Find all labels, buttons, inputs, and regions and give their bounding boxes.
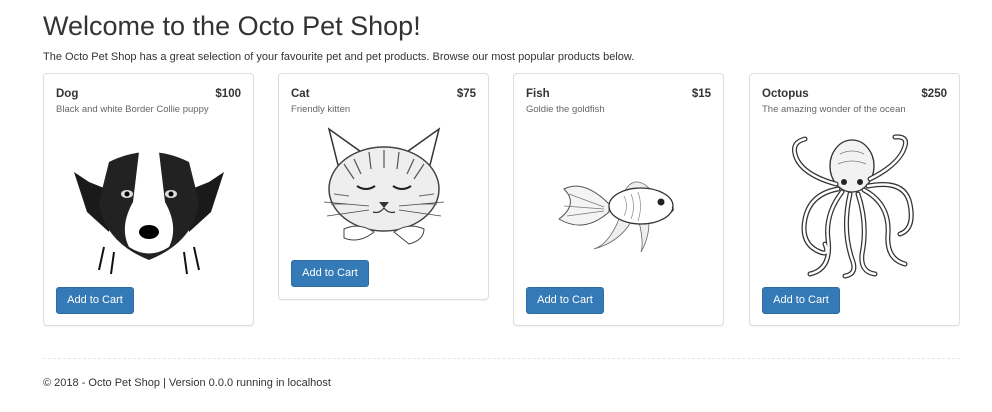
octopus-illustration — [750, 134, 959, 279]
product-price: $75 — [456, 88, 476, 100]
product-card-fish: Fish $15 Goldie the goldfish Add to Cart — [513, 73, 724, 326]
product-name: Fish — [526, 88, 550, 100]
product-description: Friendly kitten — [291, 104, 351, 115]
product-card-octopus: Octopus $250 The amazing wonder of the o… — [749, 73, 960, 326]
product-name: Dog — [56, 88, 79, 100]
product-name: Octopus — [762, 88, 809, 100]
product-card-dog: Dog $100 Black and white Border Collie p… — [43, 73, 254, 326]
product-description: Black and white Border Collie puppy — [56, 104, 209, 115]
goldfish-illustration — [514, 164, 723, 254]
footer-divider — [43, 358, 960, 359]
product-card-cat: Cat $75 Friendly kitten Add to Cart — [278, 73, 489, 300]
product-name: Cat — [291, 88, 310, 100]
add-to-cart-button[interactable]: Add to Cart — [762, 287, 840, 314]
product-price: $250 — [921, 88, 947, 100]
footer-text: © 2018 - Octo Pet Shop | Version 0.0.0 r… — [43, 377, 331, 389]
dog-illustration — [44, 142, 253, 277]
product-description: The amazing wonder of the ocean — [762, 104, 906, 115]
page-title: Welcome to the Octo Pet Shop! — [43, 11, 421, 41]
product-price: $100 — [215, 88, 241, 100]
add-to-cart-button[interactable]: Add to Cart — [56, 287, 134, 314]
intro-text: The Octo Pet Shop has a great selection … — [43, 51, 635, 63]
add-to-cart-button[interactable]: Add to Cart — [291, 260, 369, 287]
cat-illustration — [279, 124, 488, 249]
product-price: $15 — [691, 88, 711, 100]
add-to-cart-button[interactable]: Add to Cart — [526, 287, 604, 314]
product-description: Goldie the goldfish — [526, 104, 605, 115]
